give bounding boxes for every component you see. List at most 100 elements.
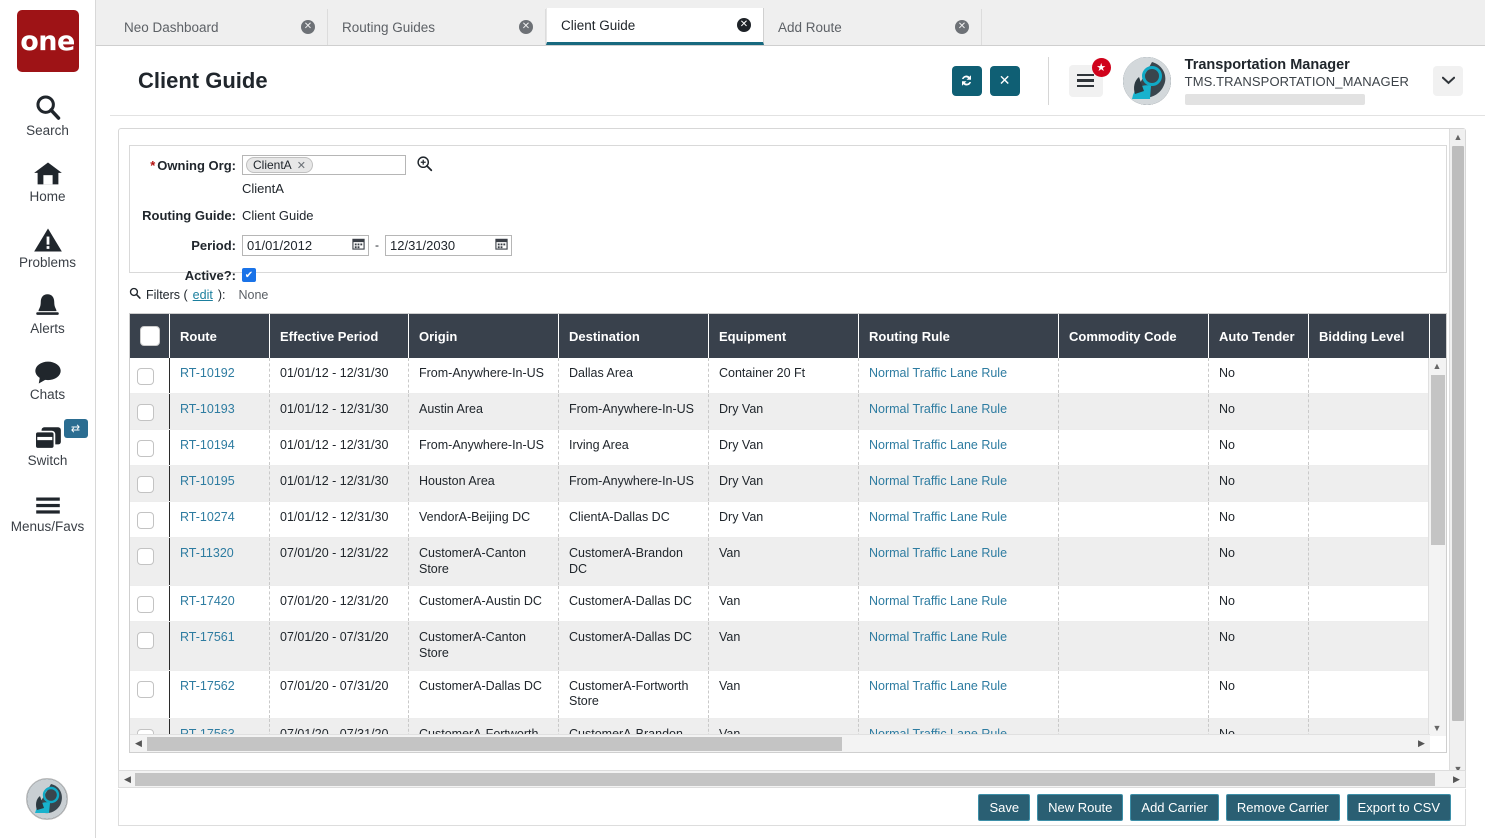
table-row[interactable]: RT-1019501/01/12 - 12/31/30Houston AreaF… bbox=[130, 466, 1430, 502]
scroll-up-arrow[interactable]: ▲ bbox=[1450, 129, 1466, 145]
chip-remove-icon[interactable]: ✕ bbox=[297, 159, 306, 172]
table-cell-cb[interactable] bbox=[130, 622, 170, 669]
sidebar-item-chats[interactable]: Chats bbox=[0, 351, 96, 402]
scroll-left-arrow[interactable]: ◀ bbox=[119, 770, 136, 788]
row-select-checkbox[interactable] bbox=[137, 476, 154, 493]
select-all-checkbox[interactable] bbox=[140, 326, 160, 346]
sidebar-item-home[interactable]: Home bbox=[0, 153, 96, 204]
table-header-commodity[interactable]: Commodity Code bbox=[1059, 314, 1209, 358]
row-select-checkbox[interactable] bbox=[137, 681, 154, 698]
table-row[interactable]: RT-1132007/01/20 - 12/31/22CustomerA-Can… bbox=[130, 538, 1430, 586]
scroll-thumb[interactable] bbox=[1452, 146, 1464, 721]
active-checkbox[interactable]: ✔ bbox=[242, 268, 256, 282]
route-link[interactable]: RT-10195 bbox=[180, 474, 235, 488]
close-icon[interactable]: ✕ bbox=[519, 20, 533, 34]
routing-rule-link[interactable]: Normal Traffic Lane Rule bbox=[869, 510, 1007, 524]
route-link[interactable]: RT-17420 bbox=[180, 594, 235, 608]
close-icon[interactable]: ✕ bbox=[955, 20, 969, 34]
table-cell-cb[interactable] bbox=[130, 586, 170, 621]
routing-rule-link[interactable]: Normal Traffic Lane Rule bbox=[869, 630, 1007, 644]
sidebar-item-menus-favs[interactable]: Menus/Favs bbox=[0, 483, 96, 534]
table-header-rule[interactable]: Routing Rule bbox=[859, 314, 1059, 358]
table-horizontal-scrollbar[interactable]: ◀ ▶ bbox=[130, 734, 1430, 752]
row-select-checkbox[interactable] bbox=[137, 548, 154, 565]
page-horizontal-scrollbar[interactable]: ◀ ▶ bbox=[118, 770, 1466, 788]
filters-edit-link[interactable]: edit bbox=[193, 288, 213, 302]
owning-org-input[interactable]: ClientA ✕ bbox=[242, 155, 406, 175]
table-cell-cb[interactable] bbox=[130, 538, 170, 585]
table-cell-cb[interactable] bbox=[130, 394, 170, 429]
table-vertical-scrollbar[interactable]: ▲ ▼ bbox=[1428, 358, 1446, 736]
table-header-equipment[interactable]: Equipment bbox=[709, 314, 859, 358]
period-start-input[interactable]: 01/01/2012 bbox=[242, 235, 369, 256]
sidebar-item-search[interactable]: Search bbox=[0, 87, 96, 138]
table-row[interactable]: RT-1027401/01/12 - 12/31/30VendorA-Beiji… bbox=[130, 502, 1430, 538]
row-select-checkbox[interactable] bbox=[137, 440, 154, 457]
row-select-checkbox[interactable] bbox=[137, 368, 154, 385]
sidebar-item-switch[interactable]: ⇄ Switch bbox=[0, 417, 96, 468]
user-avatar[interactable] bbox=[1123, 57, 1171, 105]
app-logo[interactable]: one bbox=[17, 10, 79, 72]
content-vertical-scrollbar[interactable]: ▲ ▼ bbox=[1449, 129, 1465, 777]
calendar-icon[interactable] bbox=[352, 237, 365, 253]
close-page-button[interactable]: ✕ bbox=[990, 66, 1020, 96]
scroll-down-arrow[interactable]: ▼ bbox=[1429, 720, 1445, 736]
calendar-icon[interactable] bbox=[495, 237, 508, 253]
table-cell-cb[interactable] bbox=[130, 671, 170, 718]
tab-neo-dashboard[interactable]: Neo Dashboard ✕ bbox=[110, 9, 328, 45]
routing-rule-link[interactable]: Normal Traffic Lane Rule bbox=[869, 438, 1007, 452]
table-row[interactable]: RT-1019301/01/12 - 12/31/30Austin AreaFr… bbox=[130, 394, 1430, 430]
table-cell-cb[interactable] bbox=[130, 502, 170, 537]
table-header-origin[interactable]: Origin bbox=[409, 314, 559, 358]
table-header-route[interactable]: Route bbox=[170, 314, 270, 358]
remove-carrier-button[interactable]: Remove Carrier bbox=[1226, 794, 1340, 821]
scroll-up-arrow[interactable]: ▲ bbox=[1429, 358, 1445, 374]
sidebar-item-alerts[interactable]: Alerts bbox=[0, 285, 96, 336]
routing-rule-link[interactable]: Normal Traffic Lane Rule bbox=[869, 546, 1007, 560]
add-carrier-button[interactable]: Add Carrier bbox=[1130, 794, 1218, 821]
routing-rule-link[interactable]: Normal Traffic Lane Rule bbox=[869, 594, 1007, 608]
table-row[interactable]: RT-1019201/01/12 - 12/31/30From-Anywhere… bbox=[130, 358, 1430, 394]
export-to-csv-button[interactable]: Export to CSV bbox=[1347, 794, 1451, 821]
rail-avatar[interactable] bbox=[26, 778, 68, 820]
scroll-right-arrow[interactable]: ▶ bbox=[1448, 770, 1465, 788]
table-row[interactable]: RT-1756207/01/20 - 07/31/20CustomerA-Dal… bbox=[130, 671, 1430, 719]
tab-add-route[interactable]: Add Route ✕ bbox=[764, 9, 982, 45]
scroll-right-arrow[interactable]: ▶ bbox=[1413, 735, 1430, 753]
route-link[interactable]: RT-17562 bbox=[180, 679, 235, 693]
owning-org-search-icon[interactable] bbox=[416, 155, 433, 176]
tab-routing-guides[interactable]: Routing Guides ✕ bbox=[328, 9, 546, 45]
routing-rule-link[interactable]: Normal Traffic Lane Rule bbox=[869, 402, 1007, 416]
new-route-button[interactable]: New Route bbox=[1037, 794, 1123, 821]
table-row[interactable]: RT-1756107/01/20 - 07/31/20CustomerA-Can… bbox=[130, 622, 1430, 670]
table-row[interactable]: RT-1019401/01/12 - 12/31/30From-Anywhere… bbox=[130, 430, 1430, 466]
close-icon[interactable]: ✕ bbox=[737, 18, 751, 32]
save-button[interactable]: Save bbox=[978, 794, 1030, 821]
table-header-dest[interactable]: Destination bbox=[559, 314, 709, 358]
routing-rule-link[interactable]: Normal Traffic Lane Rule bbox=[869, 474, 1007, 488]
scroll-thumb[interactable] bbox=[147, 737, 842, 751]
route-link[interactable]: RT-10192 bbox=[180, 366, 235, 380]
table-header-bidding[interactable]: Bidding Level bbox=[1309, 314, 1430, 358]
route-link[interactable]: RT-10274 bbox=[180, 510, 235, 524]
table-header-select-all[interactable] bbox=[130, 314, 170, 358]
user-menu-button[interactable] bbox=[1433, 66, 1463, 96]
table-cell-cb[interactable] bbox=[130, 358, 170, 393]
owning-org-chip[interactable]: ClientA ✕ bbox=[246, 157, 313, 173]
table-row[interactable]: RT-1742007/01/20 - 12/31/20CustomerA-Aus… bbox=[130, 586, 1430, 622]
scroll-thumb[interactable] bbox=[135, 773, 1435, 786]
close-icon[interactable]: ✕ bbox=[301, 20, 315, 34]
sidebar-item-problems[interactable]: Problems bbox=[0, 219, 96, 270]
routing-rule-link[interactable]: Normal Traffic Lane Rule bbox=[869, 679, 1007, 693]
row-select-checkbox[interactable] bbox=[137, 632, 154, 649]
row-select-checkbox[interactable] bbox=[137, 512, 154, 529]
scroll-thumb[interactable] bbox=[1431, 375, 1445, 545]
switch-badge-icon[interactable]: ⇄ bbox=[64, 419, 88, 438]
route-link[interactable]: RT-11320 bbox=[180, 546, 234, 560]
route-link[interactable]: RT-10194 bbox=[180, 438, 235, 452]
row-select-checkbox[interactable] bbox=[137, 596, 154, 613]
refresh-button[interactable] bbox=[952, 66, 982, 96]
table-header-period[interactable]: Effective Period bbox=[270, 314, 409, 358]
table-cell-cb[interactable] bbox=[130, 430, 170, 465]
table-cell-cb[interactable] bbox=[130, 466, 170, 501]
